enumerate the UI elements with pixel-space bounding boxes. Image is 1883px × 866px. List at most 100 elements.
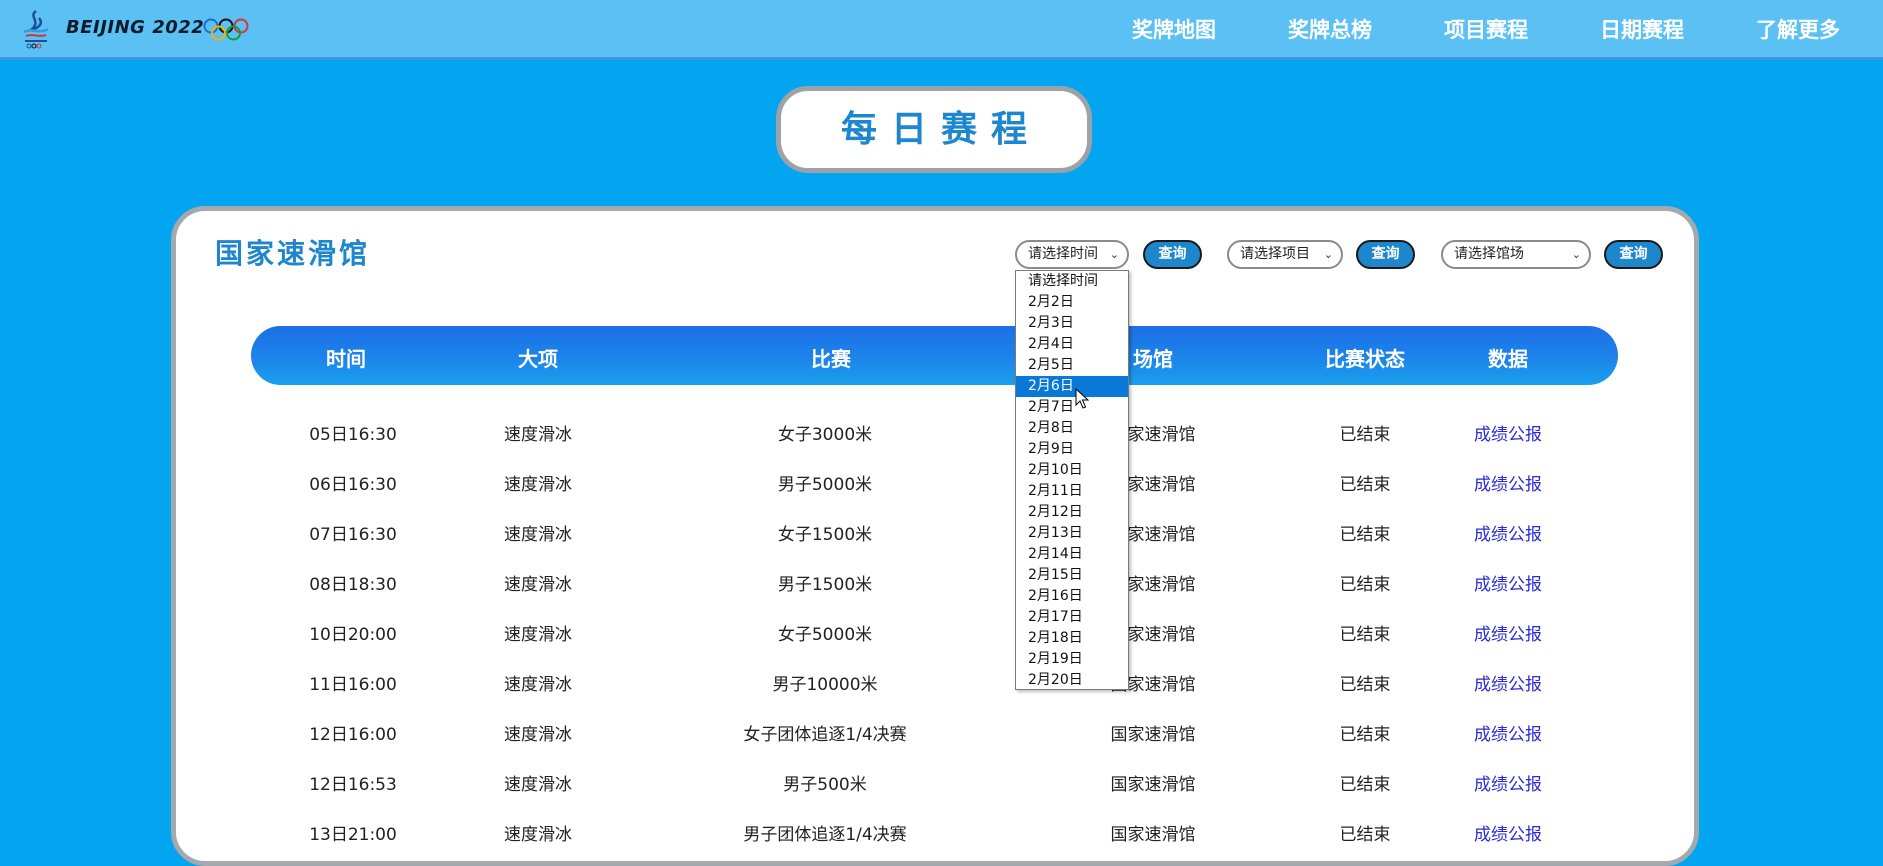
cell-event: 男子10000米 (772, 675, 878, 695)
dropdown-option[interactable]: 2月14日 (1016, 544, 1128, 565)
cell-sport: 速度滑冰 (504, 675, 572, 695)
dropdown-option[interactable]: 2月20日 (1016, 670, 1128, 689)
olympic-rings-icon (203, 18, 249, 41)
query-event-button[interactable]: 查询 (1356, 240, 1415, 269)
cell-status: 已结束 (1339, 625, 1391, 645)
cell-venue: 国家速滑馆 (1110, 725, 1196, 745)
dropdown-option[interactable]: 2月17日 (1016, 607, 1128, 628)
dropdown-option[interactable]: 2月11日 (1016, 481, 1128, 502)
column-header-time: 时间 (326, 347, 366, 371)
time-dropdown-list[interactable]: 请选择时间 2月2日 2月3日 2月4日 2月5日 2月6日 2月7日 2月8日 2月9日 2月1… (1015, 270, 1129, 690)
cell-sport: 速度滑冰 (504, 425, 572, 445)
nav-medal-map[interactable]: 奖牌地图 (1132, 14, 1216, 44)
time-select-value: 请选择时间 (1028, 246, 1098, 262)
nav-medal-table[interactable]: 奖牌总榜 (1288, 14, 1372, 44)
results-link[interactable]: 成绩公报 (1474, 520, 1542, 545)
event-select[interactable]: 请选择项目 ⌄ (1227, 240, 1343, 269)
cell-time: 08日18:30 (309, 575, 397, 595)
cell-status: 已结束 (1339, 475, 1391, 495)
cell-status: 已结束 (1339, 775, 1391, 795)
event-select-value: 请选择项目 (1240, 246, 1310, 262)
cell-venue: 国家速滑馆 (1110, 775, 1196, 795)
cell-sport: 速度滑冰 (504, 625, 572, 645)
dropdown-option[interactable]: 2月18日 (1016, 628, 1128, 649)
cell-sport: 速度滑冰 (504, 525, 572, 545)
page-title: 每日赛程 (840, 109, 1041, 150)
dropdown-option[interactable]: 2月8日 (1016, 418, 1128, 439)
cell-time: 12日16:00 (309, 725, 397, 745)
dropdown-option[interactable]: 2月4日 (1016, 334, 1128, 355)
column-header-venue: 场馆 (1133, 347, 1173, 371)
cell-status: 已结束 (1339, 825, 1391, 845)
column-header-status: 比赛状态 (1325, 347, 1405, 371)
cell-time: 10日20:00 (309, 625, 397, 645)
cell-time: 13日21:00 (309, 825, 397, 845)
nav-event-schedule[interactable]: 项目赛程 (1444, 14, 1528, 44)
mouse-cursor-icon (1075, 388, 1089, 409)
cell-status: 已结束 (1339, 575, 1391, 595)
chevron-down-icon: ⌄ (1109, 248, 1119, 261)
dropdown-option[interactable]: 2月9日 (1016, 439, 1128, 460)
nav-learn-more[interactable]: 了解更多 (1756, 14, 1840, 44)
chevron-down-icon: ⌄ (1571, 248, 1581, 261)
column-header-data: 数据 (1488, 347, 1528, 371)
column-header-sport: 大项 (518, 347, 558, 371)
cell-sport: 速度滑冰 (504, 725, 572, 745)
beijing-2022-emblem-icon[interactable] (18, 8, 54, 50)
cell-event: 男子500米 (783, 775, 867, 795)
cell-event: 男子1500米 (777, 575, 873, 595)
results-link[interactable]: 成绩公报 (1474, 670, 1542, 695)
cell-time: 12日16:53 (309, 775, 397, 795)
cell-event: 女子5000米 (777, 625, 873, 645)
dropdown-option[interactable]: 2月10日 (1016, 460, 1128, 481)
cell-time: 06日16:30 (309, 475, 397, 495)
cell-sport: 速度滑冰 (504, 775, 572, 795)
results-link[interactable]: 成绩公报 (1474, 720, 1542, 745)
table-header: 时间 大项 比赛 场馆 比赛状态 数据 (251, 326, 1618, 385)
query-time-button[interactable]: 查询 (1143, 240, 1202, 269)
nav-date-schedule[interactable]: 日期赛程 (1600, 14, 1684, 44)
column-header-event: 比赛 (811, 347, 851, 371)
cell-event: 女子团体追逐1/4决赛 (743, 725, 907, 745)
results-link[interactable]: 成绩公报 (1474, 420, 1542, 445)
brand-text[interactable]: BEIJING 2022 (66, 17, 204, 38)
cell-sport: 速度滑冰 (504, 575, 572, 595)
dropdown-option[interactable]: 2月3日 (1016, 313, 1128, 334)
query-venue-button[interactable]: 查询 (1604, 240, 1663, 269)
venue-select[interactable]: 请选择馆场 ⌄ (1441, 240, 1591, 269)
results-link[interactable]: 成绩公报 (1474, 470, 1542, 495)
cell-status: 已结束 (1339, 725, 1391, 745)
dropdown-option[interactable]: 2月13日 (1016, 523, 1128, 544)
cell-status: 已结束 (1339, 425, 1391, 445)
time-select[interactable]: 请选择时间 ⌄ (1015, 240, 1129, 269)
results-link[interactable]: 成绩公报 (1474, 770, 1542, 795)
chevron-down-icon: ⌄ (1323, 248, 1333, 261)
dropdown-option[interactable]: 2月6日 (1016, 376, 1128, 397)
dropdown-option[interactable]: 2月5日 (1016, 355, 1128, 376)
cell-time: 07日16:30 (309, 525, 397, 545)
results-link[interactable]: 成绩公报 (1474, 620, 1542, 645)
venue-select-value: 请选择馆场 (1454, 246, 1524, 262)
dropdown-option[interactable]: 2月7日 (1016, 397, 1128, 418)
dropdown-option[interactable]: 2月2日 (1016, 292, 1128, 313)
dropdown-option[interactable]: 2月19日 (1016, 649, 1128, 670)
results-link[interactable]: 成绩公报 (1474, 820, 1542, 845)
cell-venue: 国家速滑馆 (1110, 825, 1196, 845)
dropdown-option[interactable]: 请选择时间 (1016, 271, 1128, 292)
top-nav-bar: BEIJING 2022 奖牌地图 奖牌总榜 项目赛程 日期赛程 了解更多 (0, 0, 1883, 60)
cell-event: 男子团体追逐1/4决赛 (743, 825, 907, 845)
cell-time: 05日16:30 (309, 425, 397, 445)
cell-status: 已结束 (1339, 525, 1391, 545)
cell-time: 11日16:00 (309, 675, 397, 695)
venue-title: 国家速滑馆 (215, 237, 371, 270)
schedule-card (171, 206, 1699, 866)
cell-event: 女子1500米 (777, 525, 873, 545)
cell-sport: 速度滑冰 (504, 475, 572, 495)
cell-event: 男子5000米 (777, 475, 873, 495)
dropdown-option[interactable]: 2月15日 (1016, 565, 1128, 586)
cell-sport: 速度滑冰 (504, 825, 572, 845)
dropdown-option[interactable]: 2月12日 (1016, 502, 1128, 523)
results-link[interactable]: 成绩公报 (1474, 570, 1542, 595)
dropdown-option[interactable]: 2月16日 (1016, 586, 1128, 607)
cell-event: 女子3000米 (777, 425, 873, 445)
